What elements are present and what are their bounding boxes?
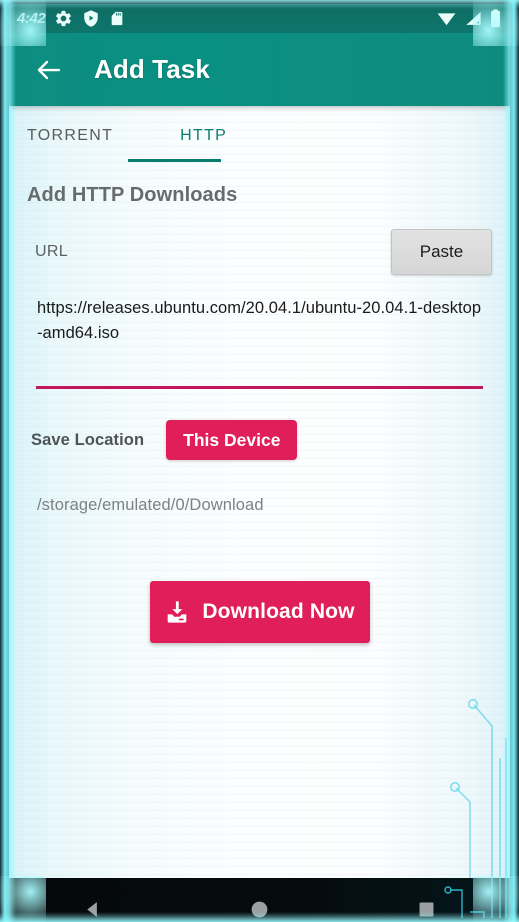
page-title: Add Task [94,54,210,84]
save-location-label: Save Location [31,430,145,449]
tab-http[interactable]: HTTP [180,106,227,145]
home-circle-icon [251,901,268,917]
download-icon [168,601,187,623]
download-now-label: Download Now [202,600,355,623]
circuit-decoration [450,699,507,878]
url-input[interactable]: https://releases.ubuntu.com/20.04.1/ubun… [37,296,484,346]
nav-back-button[interactable] [63,884,123,918]
status-bar: 4:42 [9,4,510,33]
shield-play-icon [84,10,99,27]
paste-button[interactable]: Paste [391,229,492,275]
save-location-path: /storage/emulated/0/Download [37,496,264,514]
wifi-icon [437,13,456,26]
back-arrow-icon [37,60,61,79]
tab-active-indicator [128,159,221,162]
tab-torrent[interactable]: TORRENT [27,106,127,145]
back-triangle-icon [87,901,97,917]
tab-bar: TORRENT HTTP [9,106,510,162]
url-input-underline [36,386,483,389]
download-button-wrap: Download Now [9,581,510,643]
android-nav-bar [9,878,510,918]
url-label: URL [35,243,68,260]
device-frame: 4:42 Add Task TORRENT HTTP Add HTTP Down… [0,0,519,922]
url-row: URL Paste [9,229,510,275]
app-toolbar: Add Task [9,33,510,106]
status-bar-clock: 4:42 [17,10,46,27]
status-bar-left-group: 4:42 [17,9,436,28]
main-content: TORRENT HTTP Add HTTP Downloads URL Past… [9,106,510,878]
recents-square-icon [419,902,434,916]
status-bar-right-group [436,9,501,28]
gear-icon [56,10,72,27]
download-now-button[interactable]: Download Now [149,581,370,643]
save-location-row: Save Location This Device [31,420,510,460]
nav-recents-button[interactable] [397,884,457,918]
sd-card-icon [112,11,123,26]
nav-home-button[interactable] [230,884,290,918]
cell-signal-icon [466,12,481,25]
phone-screen: 4:42 Add Task TORRENT HTTP Add HTTP Down… [9,4,510,918]
section-title: Add HTTP Downloads [27,184,238,206]
this-device-button[interactable]: This Device [166,420,298,460]
battery-icon [491,9,500,28]
back-button[interactable] [27,48,71,92]
